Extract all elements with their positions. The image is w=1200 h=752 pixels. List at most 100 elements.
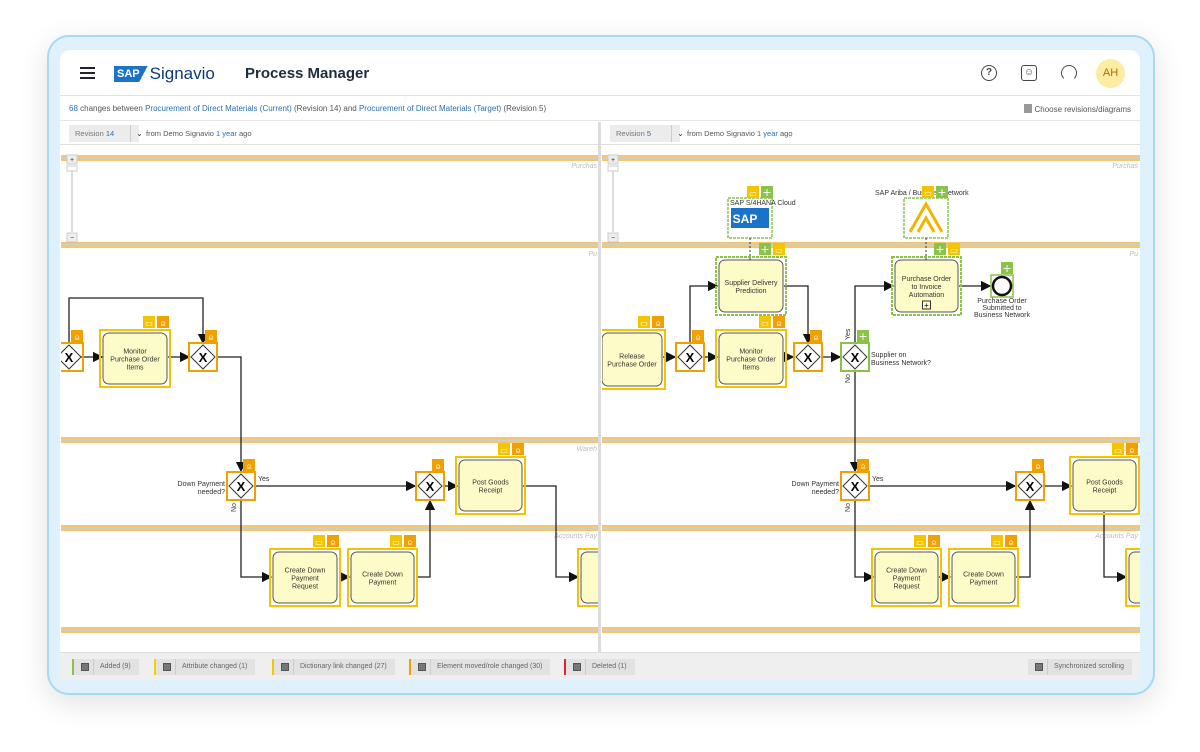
flow-label: Yes: [845, 328, 852, 340]
end-event-label: Purchase Order: [977, 298, 1027, 305]
note-icon: ▭: [145, 319, 153, 328]
diagram-target[interactable]: PurchasPuWarehAccounts Pay+−SAPSAP S/4HA…: [602, 145, 1140, 652]
task[interactable]: [580, 551, 599, 604]
legend-filter-2[interactable]: Dictionary link changed (27): [272, 659, 395, 675]
from-text: from Demo Signavio: [687, 129, 758, 138]
plus-icon: +: [858, 330, 867, 343]
ago-text: ago: [236, 129, 252, 138]
checkbox[interactable]: [418, 663, 426, 671]
user-icon: ⍝: [1009, 538, 1014, 547]
target-diagram-link[interactable]: Procurement of Direct Materials (Target): [359, 104, 501, 113]
summary-text: (Revision 14) and: [291, 104, 359, 113]
lane-label: Purchas: [1112, 163, 1138, 170]
x-icon: X: [686, 350, 695, 365]
user-icon: ⍝: [1130, 446, 1135, 455]
avatar[interactable]: AH: [1096, 59, 1125, 88]
revision-select-left[interactable]: Revision 14 ⌄: [69, 125, 143, 142]
flow-label: Yes: [258, 476, 270, 483]
task[interactable]: [1128, 551, 1140, 604]
plus-icon: +: [70, 157, 74, 164]
synchronized-scrolling-toggle[interactable]: Synchronized scrolling: [1028, 659, 1133, 675]
pane-splitter[interactable]: [598, 122, 601, 652]
note-icon: ▭: [775, 246, 783, 255]
rev-number: 5: [646, 129, 652, 138]
summary-text: (Revision 5): [501, 104, 547, 113]
lane-label: Pu: [1129, 251, 1138, 258]
sequence-flow: [854, 500, 875, 583]
legend-label: Dictionary link changed (27): [300, 663, 387, 670]
task-label: Purchase Order: [902, 276, 952, 283]
task-label: Items: [126, 365, 144, 372]
legend-label: Attribute changed (1): [182, 663, 248, 670]
user-icon: ⍝: [161, 319, 166, 328]
minus-icon: −: [611, 235, 615, 242]
legend-filter-0[interactable]: Added (9): [72, 659, 139, 675]
diagram-current[interactable]: PurchasPuWarehAccounts Pay+−X⍝MonitorPur…: [61, 145, 599, 652]
time-link[interactable]: 1 year: [216, 129, 237, 138]
lane-label: Pu: [588, 251, 597, 258]
flow-label: No: [845, 374, 852, 383]
checkbox[interactable]: [573, 663, 581, 671]
checkbox[interactable]: [281, 663, 289, 671]
note-icon: ▭: [761, 319, 769, 328]
app-title: Process Manager: [245, 65, 370, 82]
gateway-label: Supplier on: [871, 352, 907, 359]
legend-filter-4[interactable]: Deleted (1): [564, 659, 635, 675]
signavio-logo[interactable]: SAP Signavio: [114, 64, 215, 84]
task-label: Supplier Delivery: [725, 280, 778, 287]
sap-logo: SAP: [114, 66, 148, 82]
legend-label: Deleted (1): [592, 663, 627, 670]
zoom-handle[interactable]: [66, 165, 78, 172]
user-icon: ⍝: [331, 538, 336, 547]
choose-label: Choose revisions/diagrams: [1034, 105, 1132, 114]
note-icon: ▭: [315, 538, 323, 547]
task-label: Monitor: [739, 349, 763, 356]
end-event-label: Business Network: [974, 312, 1031, 319]
revision-select-right[interactable]: Revision 5 ⌄: [610, 125, 684, 142]
time-link[interactable]: 1 year: [757, 129, 778, 138]
brand-name: Signavio: [149, 64, 215, 83]
right-revision-bar: Revision 5 ⌄ from Demo Signavio 1 year ag…: [601, 122, 1140, 145]
sap-logo-text: SAP: [733, 212, 758, 226]
left-revision-bar: Revision 14 ⌄ from Demo Signavio 1 year a…: [60, 122, 598, 145]
gateway-label: Down Payment: [178, 481, 226, 488]
flow-label: Yes: [872, 476, 884, 483]
feedback-icon[interactable]: ☺: [1021, 65, 1037, 81]
gateway-label: needed?: [198, 489, 225, 496]
lane-label: Wareh: [577, 446, 598, 453]
note-icon: ▭: [749, 189, 757, 198]
user-icon: ⍝: [814, 333, 819, 342]
minus-icon: −: [70, 235, 74, 242]
plus-icon: +: [937, 186, 946, 199]
support-headset-icon[interactable]: [1061, 65, 1077, 81]
checkbox[interactable]: [1035, 663, 1043, 671]
rev-label: Revision: [616, 129, 647, 138]
user-icon: ⍝: [1036, 462, 1041, 471]
menu-icon[interactable]: [80, 67, 95, 79]
legend-bar: Added (9) Attribute changed (1) Dictionary…: [60, 652, 1140, 680]
lane-label: Purchas: [571, 163, 597, 170]
end-event[interactable]: [991, 275, 1013, 297]
divider: [1047, 659, 1048, 675]
change-count[interactable]: 68: [69, 104, 78, 113]
current-diagram-link[interactable]: Procurement of Direct Materials (Current…: [145, 104, 292, 113]
from-text: from Demo Signavio: [146, 129, 217, 138]
zoom-handle[interactable]: [607, 165, 619, 172]
task-label: Post Goods: [1086, 480, 1123, 487]
user-icon: ⍝: [516, 446, 521, 455]
x-icon: X: [1026, 479, 1035, 494]
task-label: Items: [742, 365, 760, 372]
legend-filter-1[interactable]: Attribute changed (1): [154, 659, 256, 675]
lane-label: Accounts Pay: [553, 533, 597, 540]
checkbox[interactable]: [81, 663, 89, 671]
checkbox[interactable]: [163, 663, 171, 671]
help-icon[interactable]: ?: [981, 65, 997, 81]
legend-filter-3[interactable]: Element moved/role changed (30): [409, 659, 551, 675]
choose-revisions-button[interactable]: Choose revisions/diagrams: [1023, 104, 1132, 114]
flow-label: No: [845, 503, 852, 512]
x-icon: X: [804, 350, 813, 365]
task-label: Create Down: [285, 568, 326, 575]
flow-label: No: [231, 503, 238, 512]
user-icon: ⍝: [75, 333, 80, 342]
note-icon: ▭: [924, 189, 932, 198]
